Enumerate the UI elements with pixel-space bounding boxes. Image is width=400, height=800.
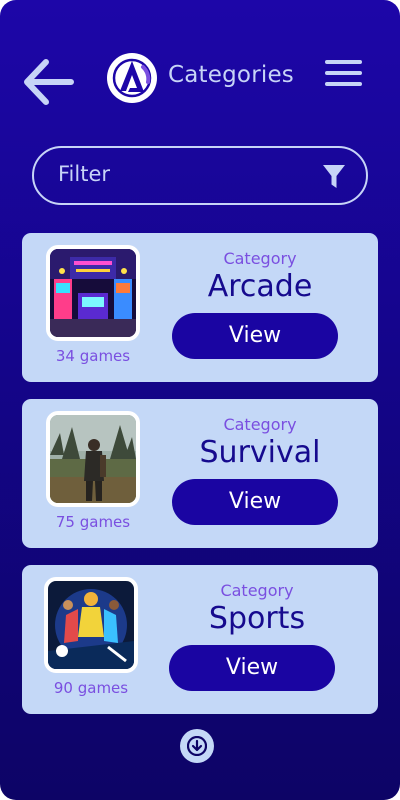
sports-image [44, 577, 138, 673]
category-name: Survival [199, 435, 321, 470]
hamburger-menu-icon [325, 60, 362, 64]
scroll-down-button[interactable] [180, 729, 214, 763]
back-button[interactable] [22, 58, 74, 106]
category-label: Category [223, 415, 297, 434]
category-label: Category [223, 249, 297, 268]
view-button[interactable]: View [172, 313, 338, 359]
menu-button[interactable] [325, 60, 363, 90]
view-button[interactable]: View [169, 645, 335, 691]
filter-input[interactable]: Filter [32, 146, 368, 205]
arrow-left-icon [24, 59, 74, 105]
funnel-icon[interactable] [322, 164, 346, 190]
app-logo [106, 52, 158, 104]
category-card: 75 games Category Survival View [22, 399, 378, 548]
filter-placeholder: Filter [58, 162, 111, 186]
category-name: Sports [208, 601, 306, 636]
view-button[interactable]: View [172, 479, 338, 525]
arrow-down-icon [187, 736, 207, 756]
arcade-image [46, 245, 140, 341]
category-card: 34 games Category Arcade View [22, 233, 378, 382]
games-count: 75 games [55, 513, 131, 531]
games-count: 90 games [53, 679, 129, 697]
games-count: 34 games [55, 347, 131, 365]
category-name: Arcade [207, 269, 313, 304]
survival-image [46, 411, 140, 507]
category-label: Category [220, 581, 294, 600]
header: Categories [0, 0, 400, 150]
app-screen: Categories Filter 34 games Category Arca… [0, 0, 400, 800]
page-title: Categories [168, 62, 294, 88]
category-card: 90 games Category Sports View [22, 565, 378, 714]
